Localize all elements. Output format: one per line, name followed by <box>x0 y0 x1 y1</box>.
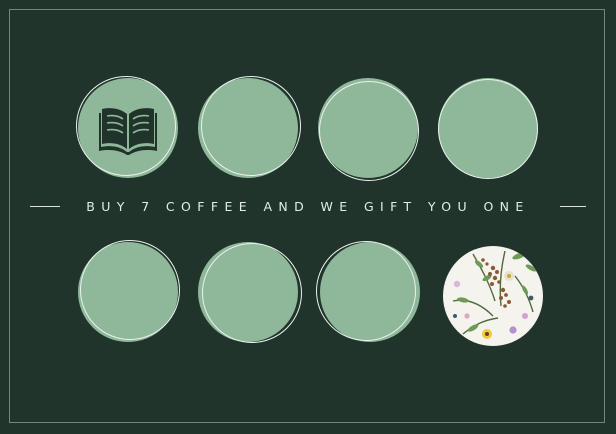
stamp-slot-6 <box>198 242 302 343</box>
pressed-flowers-photo <box>443 246 543 346</box>
tagline-row: BUY 7 COFFEE AND WE GIFT YOU ONE <box>30 196 586 218</box>
tagline: BUY 7 COFFEE AND WE GIFT YOU ONE <box>86 199 530 214</box>
stamp-ring <box>438 79 538 179</box>
open-book-icon <box>99 108 157 155</box>
stamp-ring <box>201 76 301 176</box>
stamp-ring <box>202 243 302 343</box>
stamp-slot-8 <box>443 246 543 346</box>
stamp-ring <box>316 241 416 341</box>
stamp-ring <box>80 240 180 340</box>
stamp-ring <box>319 81 419 181</box>
stamp-slot-7 <box>316 241 420 342</box>
tagline-rule-right <box>560 206 586 207</box>
tagline-rule-left <box>30 206 60 207</box>
stamp-slot-4 <box>438 78 538 179</box>
stamp-slot-1 <box>76 76 178 178</box>
stamp-slot-3 <box>318 78 419 181</box>
loyalty-card: BUY 7 COFFEE AND WE GIFT YOU ONE <box>0 0 616 434</box>
stamp-slot-5 <box>78 240 180 342</box>
stamp-slot-2 <box>198 76 301 178</box>
